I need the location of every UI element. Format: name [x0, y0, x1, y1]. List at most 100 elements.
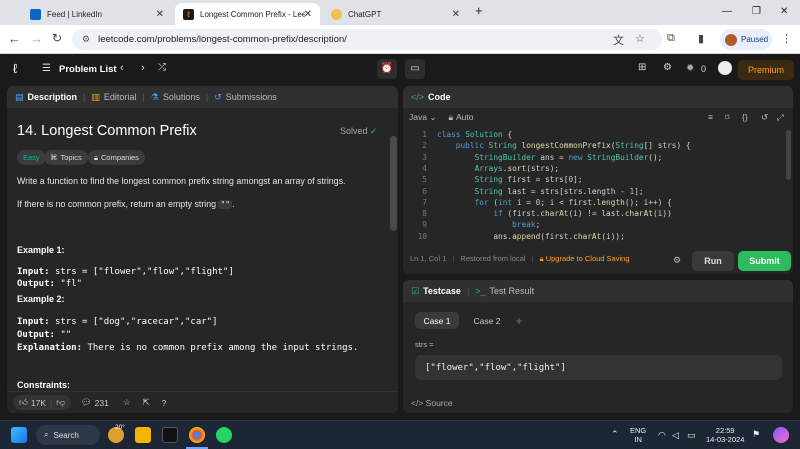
tab-submissions[interactable]: Submissions [226, 92, 277, 102]
omnibox[interactable]: ⚙ leetcode.com/problems/longest-common-p… [72, 29, 662, 50]
format-icon[interactable]: ≡ [708, 112, 713, 122]
tab-chatgpt[interactable]: ChatGPT ✕ [323, 3, 468, 25]
case-2-button[interactable]: Case 2 [465, 312, 509, 329]
like-button[interactable]: 👍︎ 17K | 👎︎ [13, 395, 71, 410]
windows-start-icon[interactable] [11, 427, 27, 443]
close-icon[interactable]: ✕ [304, 9, 312, 20]
notes-icon[interactable]: ▭ [405, 59, 425, 79]
new-tab-icon[interactable]: + [475, 3, 483, 18]
expand-icon[interactable]: ⤢ [777, 112, 784, 123]
notifications-icon[interactable]: ⚑ [752, 429, 760, 440]
back-icon[interactable]: ← [8, 31, 21, 46]
taskbar-search[interactable]: ⌕ Search [36, 425, 100, 445]
layout-icon[interactable]: ⊞ [638, 62, 646, 73]
url-text: leetcode.com/problems/longest-common-pre… [98, 34, 347, 45]
chrome-icon[interactable] [189, 427, 205, 443]
code-editor[interactable]: 1 class Solution {2 public String longest… [403, 130, 783, 248]
window-close-icon[interactable]: ✕ [780, 6, 788, 17]
line-number: 5 [422, 175, 427, 185]
language-indicator[interactable]: ENG IN [630, 426, 646, 444]
code-line[interactable]: 6 String last = strs[strs.length - 1]; [403, 187, 783, 198]
tab-leetcode[interactable]: ℓ Longest Common Prefix - Leetc ✕ [175, 3, 320, 25]
help-icon[interactable]: ? [162, 398, 167, 408]
close-icon[interactable]: ✕ [156, 9, 164, 20]
code-line[interactable]: 10 ans.append(first.charAt(i)); [403, 232, 783, 243]
intellij-icon[interactable] [162, 427, 178, 443]
clock[interactable]: 22:59 14-03-2024 [706, 426, 744, 444]
profile-button[interactable]: Paused [720, 29, 772, 50]
code-line[interactable]: 7 for (int i = 0; i < first.length(); i+… [403, 198, 783, 209]
tab-test-result[interactable]: Test Result [490, 286, 535, 296]
tab-title: Feed | LinkedIn [47, 9, 103, 19]
file-explorer-icon[interactable] [135, 427, 151, 443]
next-problem-icon[interactable]: › [141, 62, 145, 74]
code-line[interactable]: 4 Arrays.sort(strs); [403, 164, 783, 175]
run-button[interactable]: Run [692, 251, 734, 271]
wifi-icon[interactable]: ◠ [658, 430, 666, 441]
user-avatar[interactable] [718, 61, 732, 75]
code-line[interactable]: 5 String first = strs[0]; [403, 175, 783, 186]
description-scrollbar[interactable] [390, 136, 397, 231]
bookmark-icon[interactable]: ⌑ [725, 112, 729, 123]
code-line[interactable]: 1 class Solution { [403, 130, 783, 141]
streak-icon[interactable]: ✹ [686, 63, 694, 74]
prev-problem-icon[interactable]: ‹ [120, 62, 124, 74]
whatsapp-icon[interactable] [216, 427, 232, 443]
editor-scrollbar[interactable] [786, 130, 791, 180]
translate-icon[interactable]: 文 [613, 32, 624, 48]
difficulty-badge[interactable]: Easy [17, 150, 46, 165]
mode-label[interactable]: Auto [456, 112, 474, 122]
bookmark-star-icon[interactable]: ☆ [635, 32, 645, 45]
leetcode-logo-icon[interactable]: ℓ [13, 61, 17, 76]
description-footer: 👍︎ 17K | 👎︎ 💬︎ 231 ☆ ⇱ ? [7, 391, 398, 413]
code-line[interactable]: 9 break; [403, 220, 783, 231]
line-number: 8 [422, 209, 427, 219]
forward-icon[interactable]: → [30, 31, 43, 46]
upgrade-link[interactable]: 🔒︎ Upgrade to Cloud Saving [540, 254, 630, 263]
maximize-icon[interactable]: ❐ [752, 6, 761, 17]
settings-gear-icon[interactable]: ⚙ [663, 62, 672, 73]
tab-editorial[interactable]: Editorial [104, 92, 137, 102]
sidepanel-icon[interactable]: ▮ [698, 32, 704, 45]
tab-solutions[interactable]: Solutions [163, 92, 200, 102]
code-line[interactable]: 3 StringBuilder ans = new StringBuilder(… [403, 153, 783, 164]
testcase-input[interactable]: ["flower","flow","flight"] [415, 355, 782, 380]
star-icon[interactable]: ☆ [123, 397, 131, 408]
tab-linkedin[interactable]: Feed | LinkedIn ✕ [22, 3, 172, 25]
debug-icon[interactable]: ⚙ [673, 255, 681, 266]
reset-icon[interactable]: ↺ [761, 112, 768, 123]
output-label: Output: [17, 330, 55, 340]
tab-description[interactable]: Description [28, 92, 78, 102]
shuffle-icon[interactable]: ⤮ [158, 62, 166, 73]
reload-icon[interactable]: ↻ [52, 31, 62, 45]
share-icon[interactable]: ⇱ [142, 397, 149, 408]
close-icon[interactable]: ✕ [452, 9, 460, 20]
submit-button[interactable]: Submit [738, 251, 791, 271]
braces-icon[interactable]: {} [742, 112, 748, 122]
example-2-output: Output: "" [17, 330, 71, 340]
tab-testcase[interactable]: Testcase [423, 286, 461, 296]
source-toggle[interactable]: </> Source [411, 398, 453, 408]
code-line[interactable]: 8 if (first.charAt(i) != last.charAt(i)) [403, 209, 783, 220]
premium-button[interactable]: Premium [738, 60, 794, 80]
tray-chevron-icon[interactable]: ⌃ [611, 429, 619, 440]
extensions-icon[interactable]: ⧉ [667, 32, 675, 45]
battery-icon[interactable]: ▭ [687, 430, 696, 441]
input-label: Input: [17, 317, 50, 327]
comment-icon[interactable]: 💬︎ [81, 397, 92, 408]
list-icon[interactable]: ☰ [42, 63, 51, 74]
case-1-button[interactable]: Case 1 [415, 312, 459, 329]
language-select[interactable]: Java ⌄ [409, 112, 436, 123]
site-info-icon[interactable]: ⚙ [82, 34, 90, 45]
copilot-icon[interactable] [773, 427, 789, 443]
add-case-icon[interactable]: + [511, 312, 527, 329]
volume-icon[interactable]: ◁ [672, 430, 679, 441]
problem-list-link[interactable]: Problem List [59, 64, 117, 75]
topics-chip[interactable]: ⌘ Topics [44, 150, 88, 165]
companies-chip[interactable]: 🔒︎ Companies [88, 150, 145, 165]
code-line[interactable]: 2 public String longestCommonPrefix(Stri… [403, 141, 783, 152]
timer-icon[interactable]: ⏰ [377, 59, 397, 79]
minimize-icon[interactable]: — [722, 6, 732, 17]
menu-icon[interactable]: ⋮ [781, 32, 792, 45]
thumbs-down-icon[interactable]: 👎︎ [56, 397, 65, 408]
